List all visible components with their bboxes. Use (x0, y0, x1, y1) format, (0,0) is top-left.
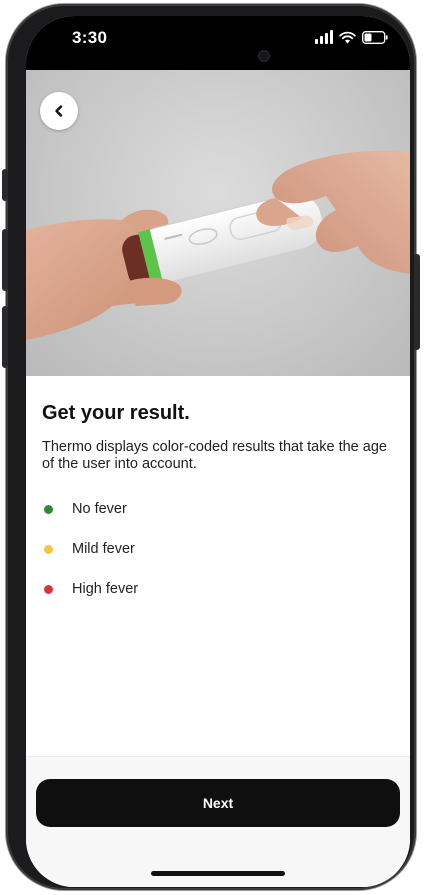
screen: 3:30 Get your result. Thermo displays co… (26, 16, 410, 887)
yellow-dot-icon (44, 544, 53, 554)
chevron-left-icon (55, 105, 63, 117)
power-button (414, 254, 420, 350)
next-button[interactable]: Next (36, 779, 400, 827)
back-button[interactable] (40, 92, 78, 130)
volume-up-button (2, 229, 8, 291)
mute-switch (2, 169, 8, 201)
legend-label: High fever (72, 581, 139, 597)
green-dot-icon (44, 504, 53, 514)
red-dot-icon (44, 584, 53, 594)
legend-item-high-fever: High fever (42, 569, 394, 609)
page-description: Thermo displays color-coded results that… (42, 439, 387, 472)
content-section: Get your result. Thermo displays color-c… (26, 376, 410, 609)
footer: Next (26, 756, 410, 887)
battery-icon (362, 31, 388, 44)
home-indicator[interactable] (151, 871, 285, 876)
legend-item-mild-fever: Mild fever (42, 529, 394, 569)
volume-down-button (2, 306, 8, 368)
signal-icon (315, 30, 333, 44)
wifi-icon (339, 31, 356, 44)
legend-label: No fever (72, 501, 127, 517)
status-time: 3:30 (72, 28, 108, 47)
phone-frame: 3:30 Get your result. Thermo displays co… (2, 4, 420, 890)
thermometer-in-hands-illustration (26, 150, 410, 340)
legend-label: Mild fever (72, 541, 135, 557)
front-camera (258, 50, 270, 62)
status-icons (315, 30, 388, 44)
hero-image (26, 70, 410, 376)
legend-item-no-fever: No fever (42, 489, 394, 529)
result-legend: No fever Mild fever High fever (42, 489, 394, 609)
page-title: Get your result. (42, 402, 190, 424)
